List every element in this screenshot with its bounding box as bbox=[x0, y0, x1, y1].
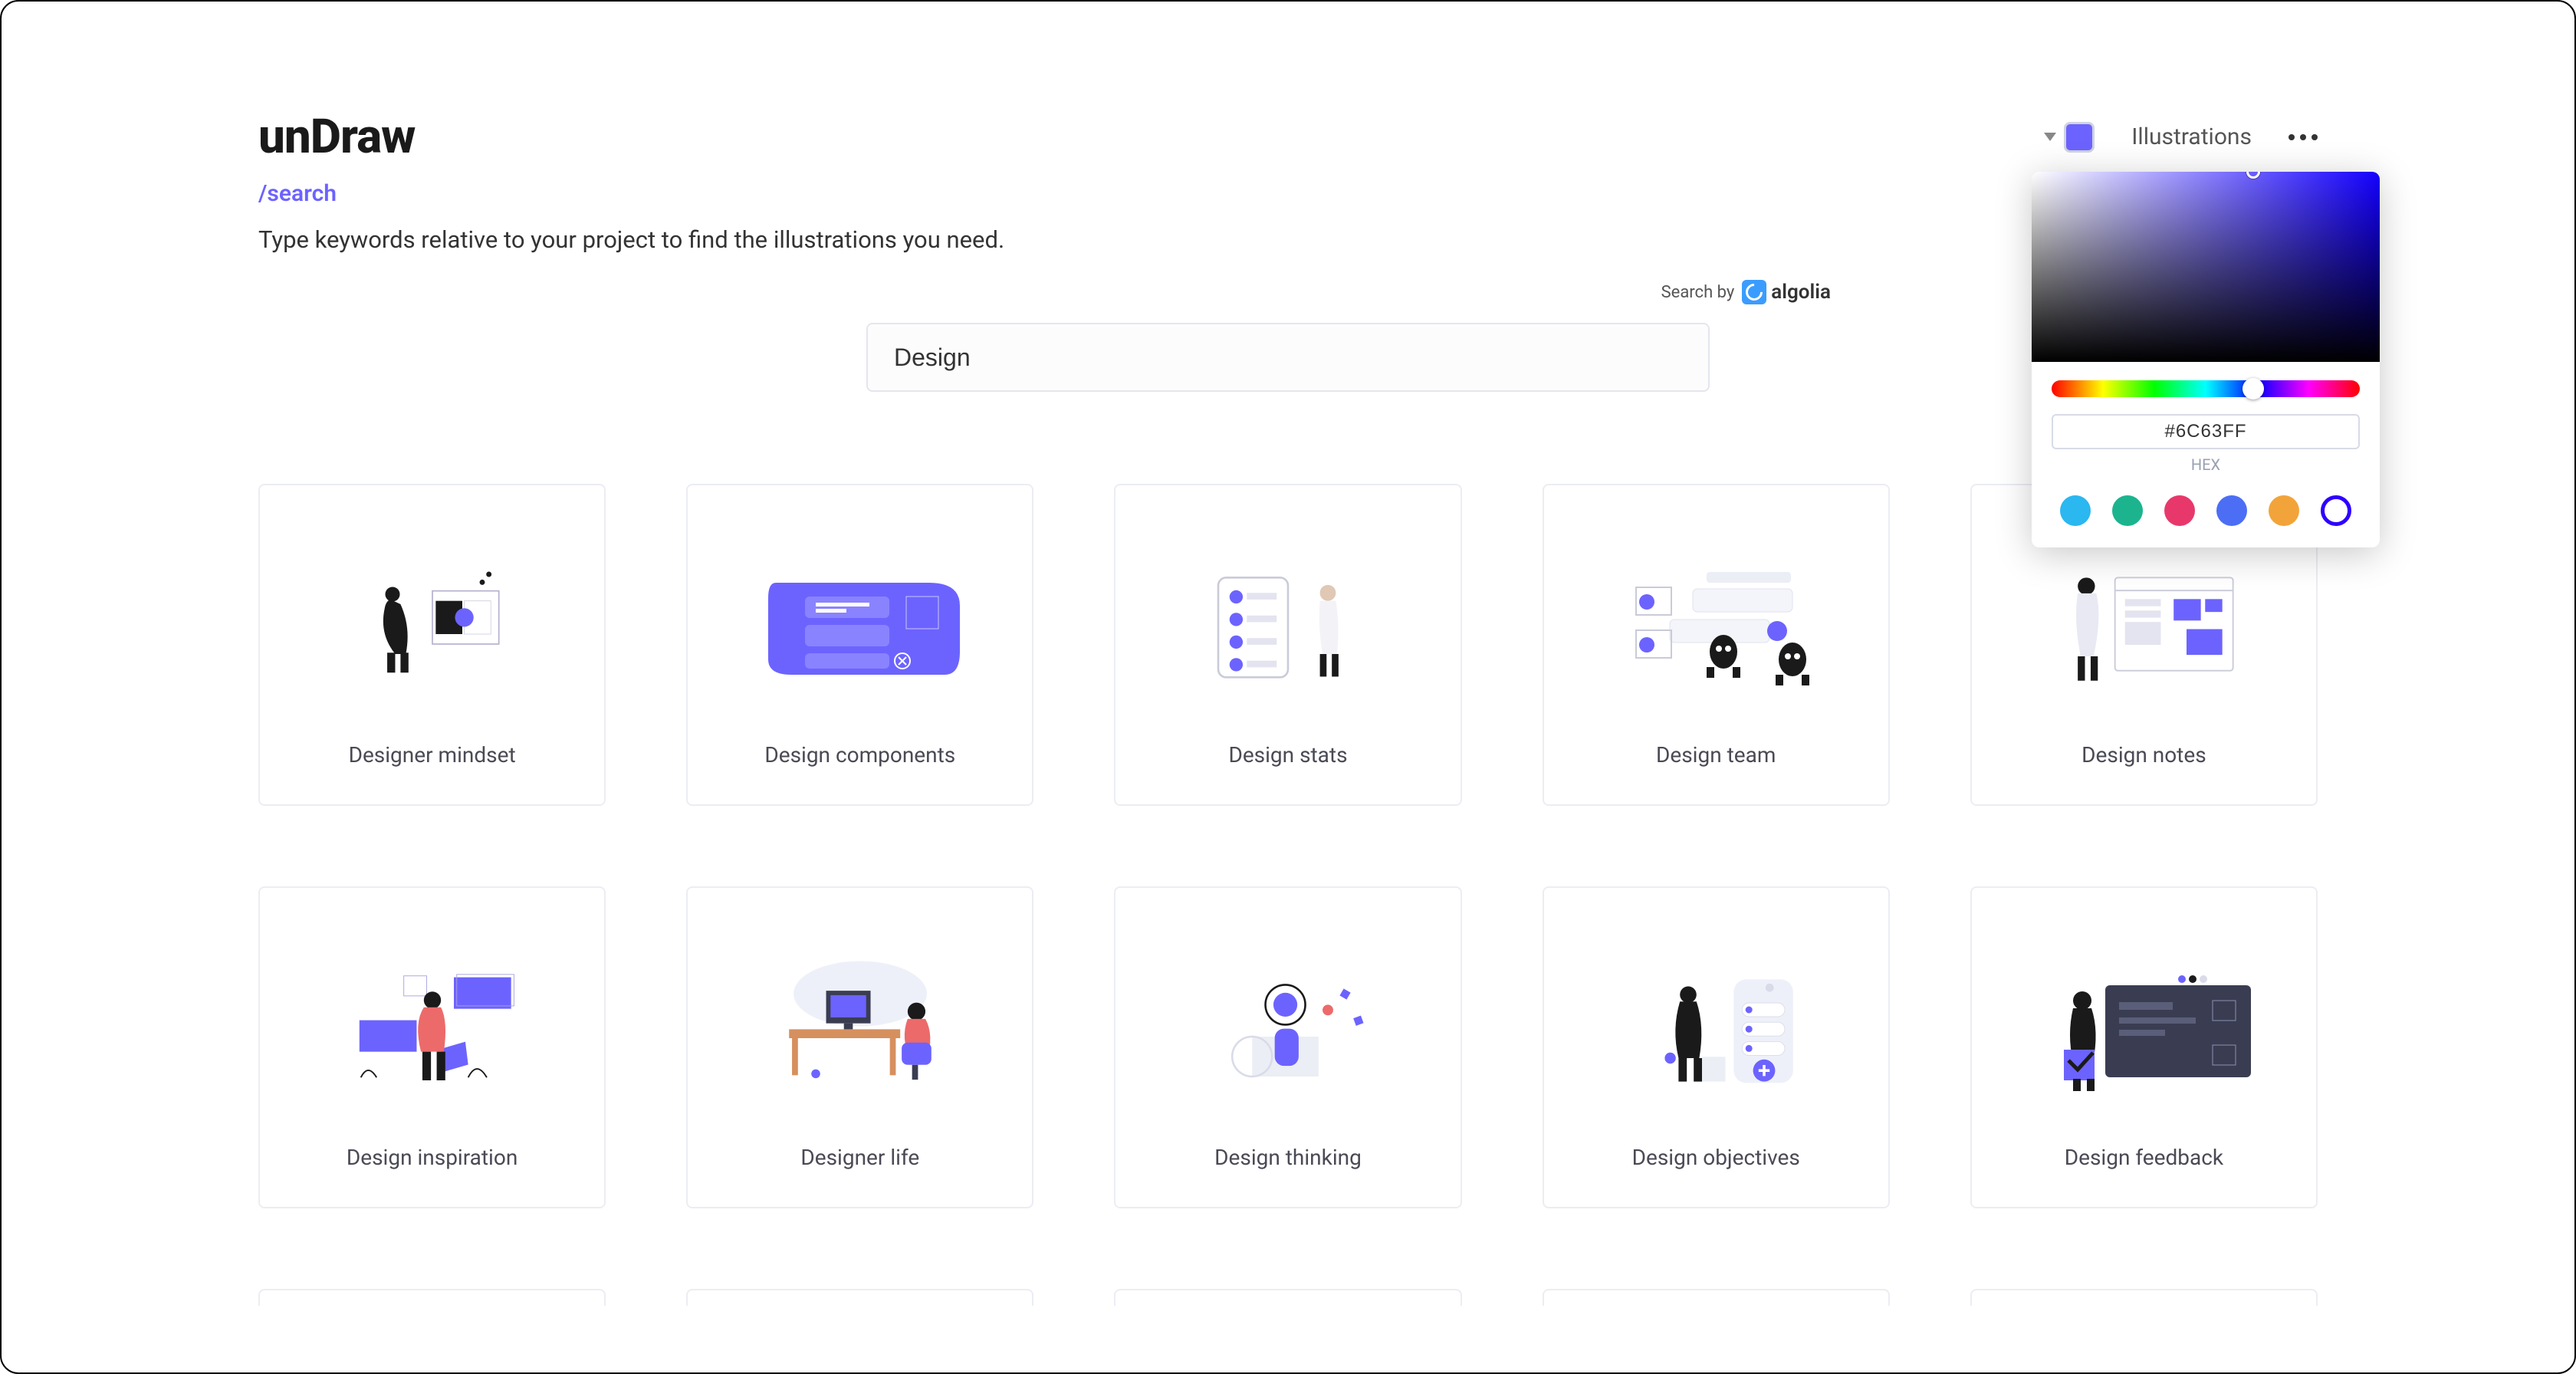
result-title: Design inspiration bbox=[347, 1145, 518, 1170]
chevron-down-icon bbox=[2044, 133, 2056, 141]
algolia-icon bbox=[1742, 280, 1766, 304]
result-title: Design stats bbox=[1228, 742, 1347, 768]
result-title: Designer life bbox=[800, 1145, 919, 1170]
preset-swatch[interactable] bbox=[2216, 495, 2247, 526]
result-title: Design team bbox=[1656, 742, 1776, 768]
result-title: Design components bbox=[764, 742, 955, 768]
illustration-thumbnail bbox=[278, 915, 586, 1131]
nav-illustrations[interactable]: Illustrations bbox=[2131, 123, 2252, 150]
result-card[interactable]: Design components bbox=[686, 484, 1033, 806]
result-card[interactable]: Design objectives bbox=[1543, 886, 1890, 1208]
illustration-thumbnail bbox=[706, 915, 1014, 1131]
results-grid: Designer mindset bbox=[258, 484, 2318, 1208]
search-by-label: Search by bbox=[1661, 283, 1735, 302]
breadcrumb: /search bbox=[258, 180, 2318, 207]
preset-swatch[interactable] bbox=[2164, 495, 2195, 526]
result-title: Designer mindset bbox=[349, 742, 516, 768]
illustration-thumbnail bbox=[1562, 513, 1870, 728]
saturation-cursor-icon[interactable] bbox=[2246, 172, 2260, 179]
search-powered-by[interactable]: Search by algolia bbox=[1661, 280, 1831, 304]
result-card[interactable]: Design inspiration bbox=[258, 886, 606, 1208]
result-title: Design notes bbox=[2082, 742, 2206, 768]
preset-colors bbox=[2032, 480, 2380, 547]
hue-slider[interactable] bbox=[2052, 380, 2360, 397]
preset-swatch[interactable] bbox=[2112, 495, 2143, 526]
hex-input[interactable] bbox=[2052, 414, 2360, 449]
saturation-area[interactable] bbox=[2032, 172, 2380, 362]
more-menu-icon[interactable] bbox=[2288, 134, 2318, 140]
preset-swatch[interactable] bbox=[2321, 495, 2351, 526]
page-subtitle: Type keywords relative to your project t… bbox=[258, 225, 2318, 254]
illustration-thumbnail bbox=[1134, 513, 1441, 728]
result-title: Design feedback bbox=[2065, 1145, 2223, 1170]
results-row-partial bbox=[258, 1289, 2318, 1306]
result-card[interactable]: Design feedback bbox=[1970, 886, 2318, 1208]
illustration-thumbnail bbox=[278, 513, 586, 728]
illustration-thumbnail bbox=[706, 513, 1014, 728]
hex-label: HEX bbox=[2052, 455, 2360, 474]
hue-thumb-icon[interactable] bbox=[2242, 378, 2264, 399]
current-color-swatch bbox=[2064, 122, 2095, 153]
result-card[interactable]: Design team bbox=[1543, 484, 1890, 806]
illustration-thumbnail bbox=[1562, 915, 1870, 1131]
brand-logo[interactable]: unDraw bbox=[258, 109, 415, 165]
illustration-thumbnail bbox=[1990, 915, 2298, 1131]
preset-swatch[interactable] bbox=[2269, 495, 2299, 526]
result-card[interactable]: Design thinking bbox=[1114, 886, 1461, 1208]
preset-swatch[interactable] bbox=[2060, 495, 2091, 526]
algolia-name: algolia bbox=[1771, 281, 1831, 304]
illustration-thumbnail bbox=[1134, 915, 1441, 1131]
result-title: Design thinking bbox=[1214, 1145, 1362, 1170]
result-title: Design objectives bbox=[1632, 1145, 1800, 1170]
result-card[interactable]: Designer life bbox=[686, 886, 1033, 1208]
color-picker-popover: HEX bbox=[2032, 172, 2380, 547]
search-input[interactable] bbox=[866, 323, 1710, 392]
result-card[interactable]: Designer mindset bbox=[258, 484, 606, 806]
result-card[interactable]: Design stats bbox=[1114, 484, 1461, 806]
color-picker-trigger[interactable] bbox=[2044, 122, 2095, 153]
